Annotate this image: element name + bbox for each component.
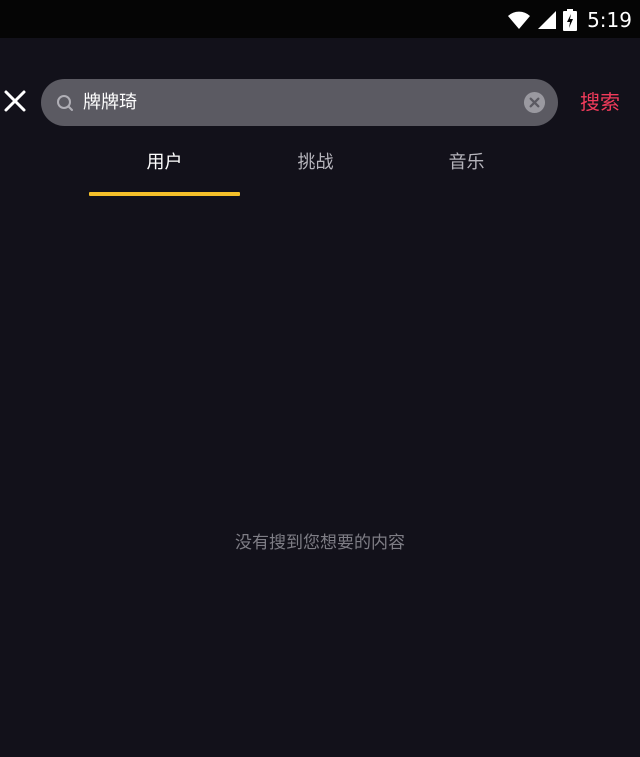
close-icon[interactable] [2,88,28,114]
battery-icon [563,9,578,31]
tab-music[interactable]: 音乐 [391,140,542,186]
clear-icon[interactable] [523,91,546,114]
status-bar: 5:19 [0,0,640,38]
result-tabs: 用户 挑战 音乐 [89,140,542,198]
active-tab-indicator [89,192,240,196]
search-results-screen: 5:19 搜索 用户 挑战 音乐 没有搜到您想要的内容 [0,0,640,757]
wifi-icon [508,11,531,29]
search-input[interactable] [83,79,503,126]
empty-state-message: 没有搜到您想要的内容 [235,533,405,553]
status-icons: 5:19 [507,8,632,32]
search-submit-button[interactable]: 搜索 [580,86,620,118]
status-time: 5:19 [587,8,632,32]
tab-users[interactable]: 用户 [89,140,240,186]
tab-challenges[interactable]: 挑战 [240,140,391,186]
search-icon [57,95,73,111]
search-box[interactable] [41,79,558,126]
signal-icon [538,11,557,29]
